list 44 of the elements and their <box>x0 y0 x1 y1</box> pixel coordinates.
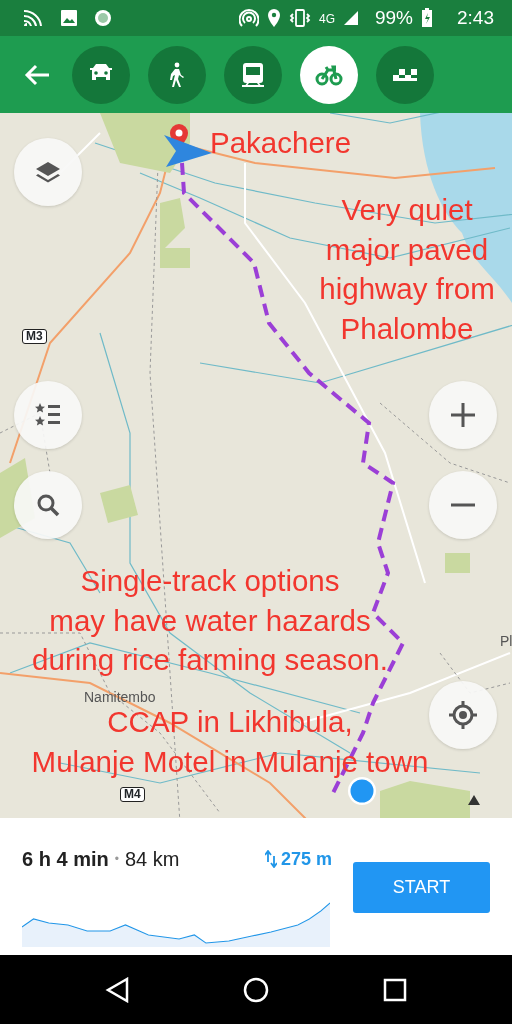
recents-nav-button[interactable] <box>383 977 407 1002</box>
taxi-checker-icon <box>393 68 417 81</box>
back-nav-button[interactable] <box>105 976 129 1003</box>
hotspot-icon <box>238 8 259 28</box>
place-label: Pl <box>500 632 512 651</box>
current-location-dot-icon <box>347 776 377 806</box>
home-circle-icon <box>243 976 269 1003</box>
bicycle-mode-tab[interactable] <box>300 45 358 104</box>
road-number-label: M4 <box>120 787 145 802</box>
recents-square-icon <box>383 977 407 1002</box>
target-icon <box>449 701 477 729</box>
star-list-icon <box>34 402 62 428</box>
back-triangle-icon <box>105 976 129 1003</box>
image-icon <box>60 9 78 27</box>
search-icon <box>36 493 60 517</box>
signal-icon <box>343 10 359 26</box>
forest-area <box>445 553 470 573</box>
annotation-text: Very quiet major paved highway from Phalombe <box>318 192 496 347</box>
start-button[interactable]: START <box>353 862 490 913</box>
navigation-arrow-icon <box>162 133 214 169</box>
train-icon <box>239 61 267 88</box>
clock-time: 2:43 <box>457 5 494 30</box>
plus-icon <box>451 403 475 427</box>
peak-icon <box>468 795 480 805</box>
battery-percent: 99% <box>375 5 413 30</box>
annotation-text: Pakachere <box>210 125 352 161</box>
record-icon <box>94 9 112 27</box>
route-duration: 6 h 4 min <box>22 847 109 872</box>
forest-area <box>100 485 138 523</box>
up-down-arrows-icon <box>264 850 277 868</box>
layers-icon <box>34 160 62 184</box>
minus-icon <box>451 503 475 507</box>
forest-area <box>160 198 190 268</box>
back-button[interactable] <box>24 62 50 87</box>
back-arrow-icon <box>24 64 50 87</box>
road-number-label: M3 <box>22 329 47 344</box>
elevation-gain: 275 m <box>280 847 332 871</box>
route-distance: 84 km <box>124 847 180 872</box>
home-nav-button[interactable] <box>243 976 269 1003</box>
battery-icon <box>421 8 433 28</box>
vibrate-icon <box>288 8 311 28</box>
location-icon <box>266 8 281 28</box>
network-type-label: 4G <box>318 10 335 28</box>
separator-dot: • <box>114 851 119 868</box>
